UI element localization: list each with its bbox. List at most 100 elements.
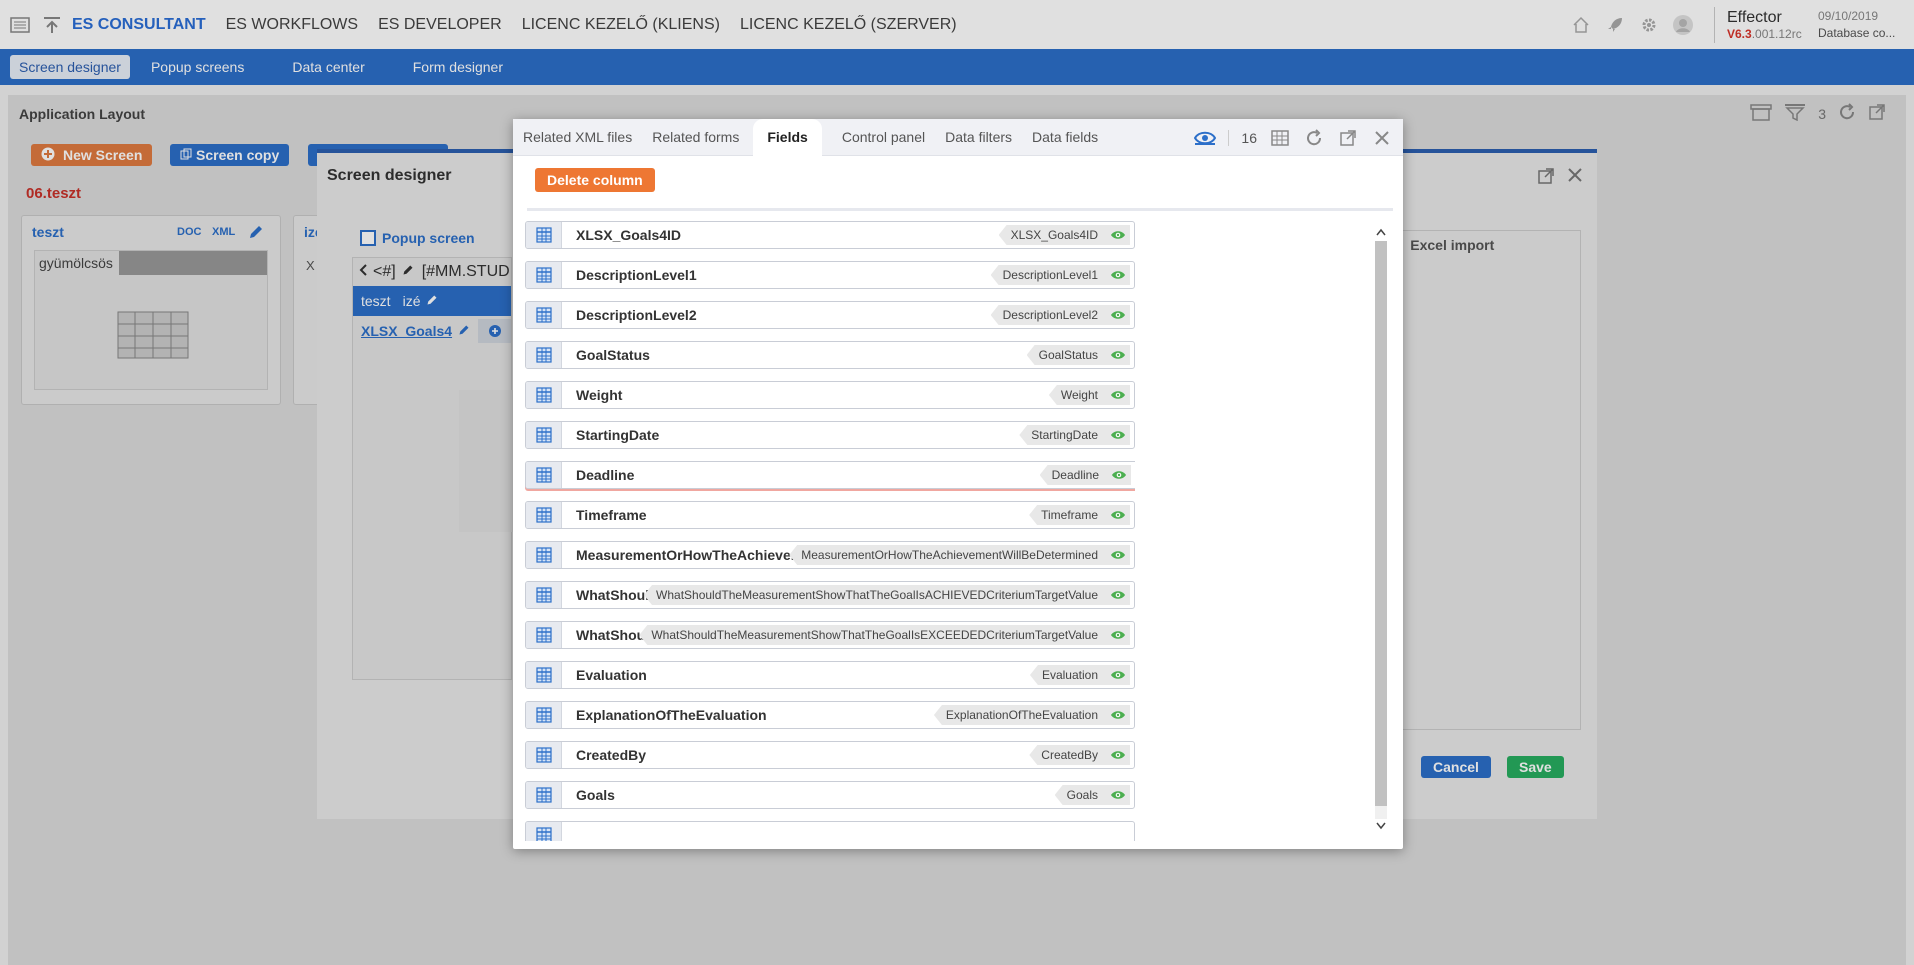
nav-licenc-szerver[interactable]: LICENC KEZELŐ (SZERVER) [740,16,957,34]
field-row[interactable]: Timeframe Timeframe [525,501,1135,529]
new-screen-button[interactable]: New Screen [31,144,153,166]
filter-icon[interactable] [1784,103,1806,124]
table-icon[interactable] [526,582,562,608]
tab-fields[interactable]: Fields [753,118,822,156]
scroll-thumb[interactable] [1375,241,1387,806]
tab-data-fields[interactable]: Data fields [1032,119,1098,156]
scroll-down-icon[interactable] [1375,819,1387,833]
fields-scrollbar[interactable] [1375,225,1387,841]
home-icon[interactable] [1570,14,1592,36]
eye-icon[interactable] [1110,348,1126,362]
tab-related-xml-files[interactable]: Related XML files [523,119,632,156]
field-row[interactable]: WhatShouldTheMeasurementShowThatTheGoalI… [525,621,1135,649]
tab-data-filters[interactable]: Data filters [945,119,1012,156]
structure-row-table[interactable]: XLSX_Goals4 [353,316,511,346]
field-row[interactable]: MeasurementOrHowTheAchievementWillBeDete… [525,541,1135,569]
table-icon[interactable] [526,302,562,328]
table-icon[interactable] [526,742,562,768]
external-link-icon[interactable] [1337,127,1359,149]
field-row[interactable]: Deadline Deadline [525,461,1135,489]
field-row[interactable]: DescriptionLevel1 DescriptionLevel1 [525,261,1135,289]
row-pencil-icon[interactable] [426,293,438,309]
table-icon[interactable] [526,662,562,688]
tab-screen-designer[interactable]: Screen designer [10,55,130,79]
upload-icon[interactable] [40,13,64,37]
field-row[interactable]: Goals Goals [525,781,1135,809]
cancel-button[interactable]: Cancel [1421,756,1491,778]
chevron-left-icon[interactable] [357,263,369,282]
nav-es-consultant[interactable]: ES CONSULTANT [72,16,206,34]
delete-column-button[interactable]: Delete column [535,168,655,192]
eye-icon[interactable] [1110,748,1126,762]
field-row[interactable] [525,821,1135,841]
table-icon[interactable] [526,782,562,808]
eye-icon[interactable] [1110,788,1126,802]
table-icon[interactable] [526,422,562,448]
eye-icon[interactable] [1110,308,1126,322]
nav-es-developer[interactable]: ES DEVELOPER [378,16,502,34]
rocket-icon[interactable] [1604,14,1626,36]
eye-icon[interactable] [1110,588,1126,602]
tab-data-center[interactable]: Data center [283,55,373,79]
tab-related-forms[interactable]: Related forms [652,119,739,156]
close-icon[interactable] [1371,127,1393,149]
structure-row-teszt[interactable]: teszt izé [353,286,511,316]
gear-icon[interactable] [1638,14,1660,36]
tab-form-designer[interactable]: Form designer [404,55,512,79]
field-row[interactable]: Weight Weight [525,381,1135,409]
refresh-icon[interactable] [1838,103,1856,124]
popup-screen-checkbox[interactable]: Popup screen [360,230,475,246]
screen-copy-button[interactable]: Screen copy [170,144,290,166]
table-icon[interactable] [526,502,562,528]
field-tag[interactable]: WhatShouldTheMeasurementShowThatTheGoalI… [644,585,1130,605]
doc-link[interactable]: DOC [177,226,201,238]
breadcrumb-pencil-icon[interactable] [402,263,414,281]
field-row[interactable]: StartingDate StartingDate [525,421,1135,449]
eye-icon[interactable] [1110,628,1126,642]
eye-icon[interactable] [1110,388,1126,402]
field-row[interactable]: Evaluation Evaluation [525,661,1135,689]
table-icon[interactable] [526,382,562,408]
field-tag[interactable]: ExplanationOfTheEvaluation [933,705,1130,725]
table-icon[interactable] [526,822,562,841]
tab-excel-import[interactable]: Excel import [1410,237,1494,253]
archive-icon[interactable] [1750,103,1772,124]
grid-icon[interactable] [1269,127,1291,149]
menu-icon[interactable] [8,13,32,37]
field-tag[interactable]: MeasurementOrHowTheAchievementWillBeDete… [789,545,1130,565]
save-button[interactable]: Save [1507,756,1564,778]
eye-icon[interactable] [1111,468,1127,482]
eye-icon[interactable] [1110,668,1126,682]
visibility-eye-icon[interactable] [1194,127,1217,149]
nav-es-workflows[interactable]: ES WORKFLOWS [226,16,358,34]
eye-icon[interactable] [1110,708,1126,722]
pencil-icon[interactable] [248,224,264,243]
eye-icon[interactable] [1110,508,1126,522]
field-row[interactable]: CreatedBy CreatedBy [525,741,1135,769]
table-icon[interactable] [526,622,562,648]
avatar[interactable] [1672,14,1694,36]
sd-external-icon[interactable] [1537,167,1555,188]
field-row[interactable]: WhatShouldTheMeasurementShowThatTheGoalI… [525,581,1135,609]
eye-icon[interactable] [1110,428,1126,442]
scroll-up-icon[interactable] [1375,225,1387,239]
nav-licenc-kliens[interactable]: LICENC KEZELŐ (KLIENS) [522,16,720,34]
field-row[interactable]: XLSX_Goals4ID XLSX_Goals4ID [525,221,1135,249]
table-icon[interactable] [526,342,562,368]
tab-popup-screens[interactable]: Popup screens [142,55,253,79]
table-icon[interactable] [526,222,562,248]
table-icon[interactable] [526,702,562,728]
refresh-icon[interactable] [1303,127,1325,149]
add-circle-icon[interactable] [478,319,511,343]
eye-icon[interactable] [1110,228,1126,242]
eye-icon[interactable] [1110,268,1126,282]
field-row[interactable]: ExplanationOfTheEvaluation ExplanationOfT… [525,701,1135,729]
row-table-pencil-icon[interactable] [458,323,470,339]
external-link-icon[interactable] [1868,103,1886,124]
field-row[interactable]: GoalStatus GoalStatus [525,341,1135,369]
table-icon[interactable] [526,262,562,288]
table-icon[interactable] [526,462,562,488]
table-icon[interactable] [526,542,562,568]
tab-control-panel[interactable]: Control panel [842,119,925,156]
field-tag[interactable]: WhatShouldTheMeasurementShowThatTheGoalI… [639,625,1130,645]
